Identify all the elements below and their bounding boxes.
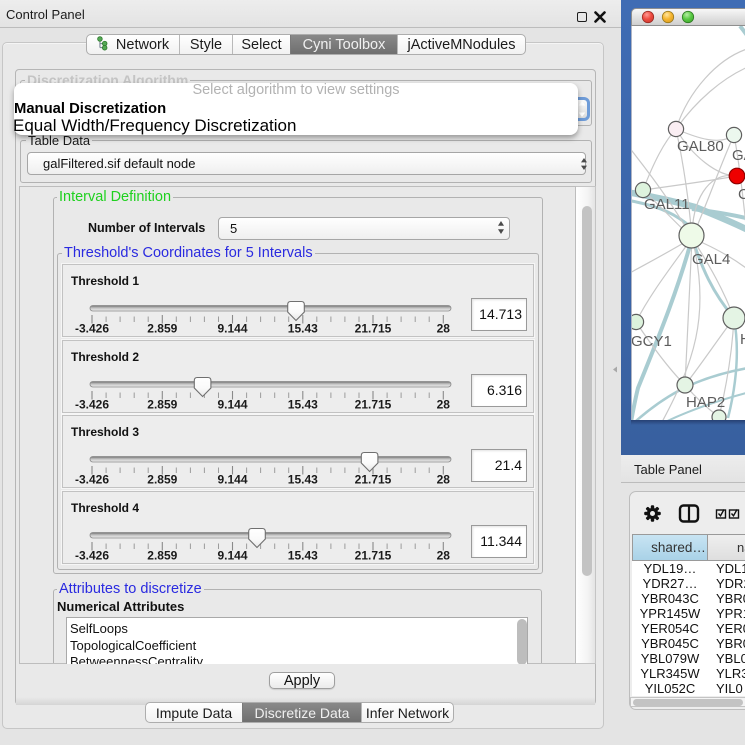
svg-text:28: 28 — [437, 398, 451, 412]
svg-text:15.43: 15.43 — [288, 398, 318, 412]
svg-text:HIS4: HIS4 — [740, 331, 745, 348]
svg-text:-3.426: -3.426 — [75, 549, 109, 563]
svg-text:2.859: 2.859 — [147, 549, 177, 563]
svg-text:GAL11: GAL11 — [644, 196, 690, 213]
svg-text:9.144: 9.144 — [217, 322, 247, 336]
svg-text:9.144: 9.144 — [217, 398, 247, 412]
svg-text:15.43: 15.43 — [288, 473, 318, 487]
svg-text:28: 28 — [437, 549, 451, 563]
svg-text:2.859: 2.859 — [147, 398, 177, 412]
svg-text:9.144: 9.144 — [217, 549, 247, 563]
svg-text:GAL4: GAL4 — [732, 147, 745, 164]
svg-text:GCY1: GCY1 — [632, 333, 672, 350]
svg-text:CRP1: CRP1 — [738, 186, 745, 203]
svg-text:GAL4: GAL4 — [692, 251, 730, 268]
svg-text:2.859: 2.859 — [147, 473, 177, 487]
svg-text:HAP2: HAP2 — [686, 394, 725, 411]
svg-text:15.43: 15.43 — [288, 322, 318, 336]
svg-text:GAL80: GAL80 — [677, 138, 724, 155]
svg-text:15.43: 15.43 — [288, 549, 318, 563]
svg-text:28: 28 — [437, 473, 451, 487]
svg-text:21.715: 21.715 — [355, 398, 392, 412]
svg-text:-3.426: -3.426 — [75, 473, 109, 487]
svg-text:21.715: 21.715 — [355, 549, 392, 563]
svg-text:21.715: 21.715 — [355, 322, 392, 336]
svg-text:28: 28 — [437, 322, 451, 336]
svg-text:21.715: 21.715 — [355, 473, 392, 487]
svg-text:-3.426: -3.426 — [75, 398, 109, 412]
svg-text:-3.426: -3.426 — [75, 322, 109, 336]
svg-text:9.144: 9.144 — [217, 473, 247, 487]
svg-text:2.859: 2.859 — [147, 322, 177, 336]
